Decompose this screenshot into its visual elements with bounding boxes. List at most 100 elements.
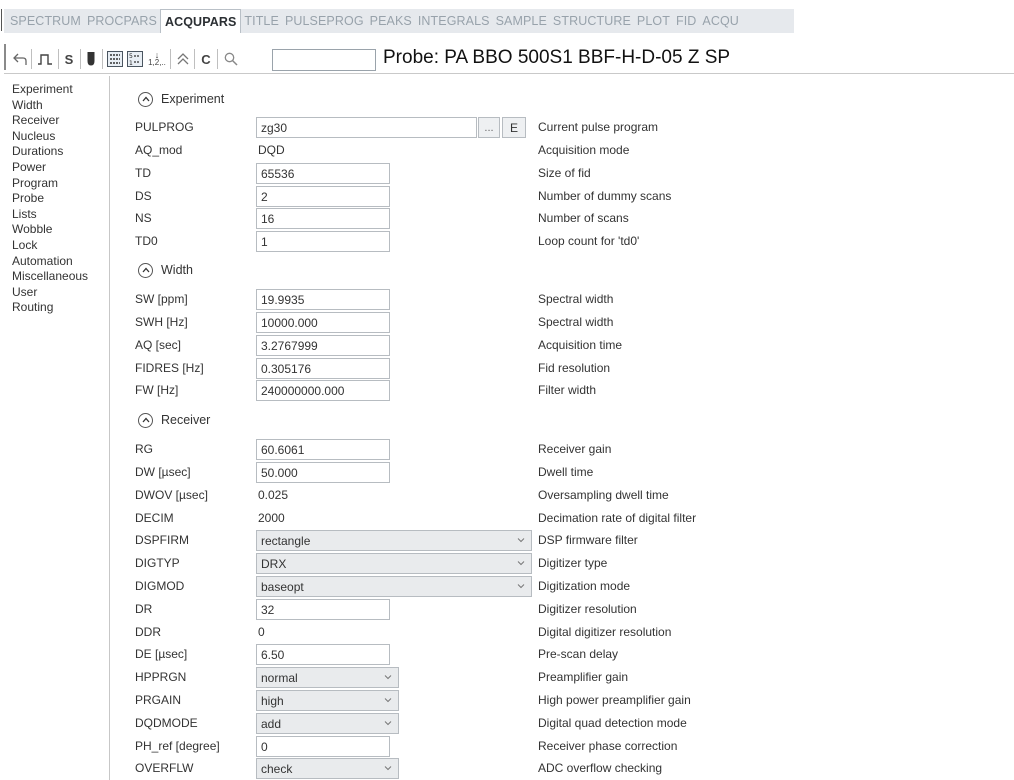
collapse-all-icon[interactable] [174, 49, 192, 69]
pulprog-input[interactable] [256, 117, 477, 138]
digmod-select[interactable]: baseopt [256, 576, 532, 597]
sidebar-item-width[interactable]: Width [4, 98, 109, 114]
dqdmode-select[interactable]: add [256, 713, 399, 734]
pulse-icon[interactable] [34, 49, 56, 69]
ds-input[interactable] [256, 186, 390, 207]
sidebar-item-lists[interactable]: Lists [4, 207, 109, 223]
param-label: DSPFIRM [135, 533, 189, 547]
tab-acqu[interactable]: ACQU [699, 9, 742, 33]
param-desc: Digitizer type [538, 556, 608, 570]
param-row-ns: NS Number of scans [111, 207, 1014, 229]
param-label: HPPRGN [135, 670, 187, 684]
sidebar-item-routing[interactable]: Routing [4, 300, 109, 316]
probe-icon[interactable] [84, 49, 98, 69]
digtyp-select[interactable]: DRX [256, 553, 532, 574]
overflw-select[interactable]: check [256, 758, 399, 779]
collapse-experiment-icon[interactable] [138, 91, 153, 107]
rg-input[interactable] [256, 439, 390, 460]
browse-pulprog-button[interactable]: ... [478, 117, 500, 138]
param-row-ds: DS Number of dummy scans [111, 185, 1014, 207]
search-input[interactable] [272, 49, 376, 71]
sidebar-item-user[interactable]: User [4, 285, 109, 301]
td-input[interactable] [256, 163, 390, 184]
param-label: AQ_mod [135, 143, 183, 157]
param-desc: High power preamplifier gain [538, 693, 691, 707]
param-row-hpprgn: HPPRGN normal Preamplifier gain [111, 666, 1014, 688]
chevron-down-icon [517, 538, 525, 543]
sidebar-item-miscellaneous[interactable]: Miscellaneous [4, 269, 109, 285]
aq-input[interactable] [256, 335, 390, 356]
fw-input[interactable] [256, 380, 390, 401]
back-arrow-icon[interactable] [10, 49, 30, 69]
tab-title[interactable]: TITLE [241, 9, 282, 33]
tab-plot[interactable]: PLOT [634, 9, 673, 33]
tab-pulseprog[interactable]: PULSEPROG [282, 9, 367, 33]
sidebar-item-probe[interactable]: Probe [4, 191, 109, 207]
de-input[interactable] [256, 644, 390, 665]
section-title: Width [161, 263, 193, 277]
param-desc: DSP firmware filter [538, 533, 638, 547]
param-row-de: DE [µsec] Pre-scan delay [111, 643, 1014, 665]
tab-integrals[interactable]: INTEGRALS [415, 9, 493, 33]
param-label: FIDRES [Hz] [135, 361, 204, 375]
window-edge [1, 9, 2, 31]
dr-input[interactable] [256, 599, 390, 620]
param-desc: Spectral width [538, 292, 614, 306]
ns-input[interactable] [256, 208, 390, 229]
sidebar-item-program[interactable]: Program [4, 176, 109, 192]
select-value: high [261, 693, 284, 708]
tab-structure[interactable]: STRUCTURE [550, 9, 634, 33]
tab-spectrum[interactable]: SPECTRUM [4, 9, 84, 33]
sw-input[interactable] [256, 289, 390, 310]
swh-input[interactable] [256, 312, 390, 333]
dspfirm-select[interactable]: rectangle [256, 530, 532, 551]
prgain-select[interactable]: high [256, 690, 399, 711]
svg-text:1: 1 [129, 60, 133, 67]
dw-input[interactable] [256, 462, 390, 483]
param-label: PH_ref [degree] [135, 739, 220, 753]
chevron-down-icon [384, 698, 392, 703]
select-value: DRX [261, 556, 287, 571]
param-row-fw: FW [Hz] Filter width [111, 379, 1014, 401]
sidebar-item-wobble[interactable]: Wobble [4, 222, 109, 238]
td0-input[interactable] [256, 231, 390, 252]
tab-peaks[interactable]: PEAKS [367, 9, 415, 33]
s-icon[interactable]: S [61, 49, 77, 69]
sidebar-item-power[interactable]: Power [4, 160, 109, 176]
param-label: DW [µsec] [135, 465, 191, 479]
sort-icon[interactable]: ↓ 1,2,.. [146, 49, 168, 69]
collapse-receiver-icon[interactable] [138, 412, 153, 428]
param-desc: ADC overflow checking [538, 761, 663, 775]
sidebar-item-experiment[interactable]: Experiment [4, 82, 109, 98]
toolbar-separator [80, 49, 81, 69]
c-icon[interactable]: C [198, 49, 214, 69]
param-desc: Current pulse program [538, 120, 659, 134]
sidebar-item-lock[interactable]: Lock [4, 238, 109, 254]
sidebar-item-automation[interactable]: Automation [4, 254, 109, 270]
collapse-width-icon[interactable] [138, 262, 153, 278]
section-experiment: Experiment [138, 89, 224, 109]
tab-procpars[interactable]: PROCPARS [84, 9, 160, 33]
sidebar-item-nucleus[interactable]: Nucleus [4, 129, 109, 145]
hpprgn-select[interactable]: normal [256, 667, 399, 688]
param-desc: Spectral width [538, 315, 614, 329]
param-label: TD [135, 166, 151, 180]
sidebar-item-receiver[interactable]: Receiver [4, 113, 109, 129]
param-desc: Acquisition time [538, 338, 623, 352]
grid-number-icon[interactable]: 51 [126, 49, 144, 69]
ph-ref-input[interactable] [256, 736, 390, 757]
tab-fid[interactable]: FID [673, 9, 699, 33]
param-row-digmod: DIGMOD baseopt Digitization mode [111, 575, 1014, 597]
param-value: 0.025 [258, 488, 289, 502]
tab-sample[interactable]: SAMPLE [493, 9, 550, 33]
search-icon[interactable] [222, 49, 240, 69]
param-label: DQDMODE [135, 716, 198, 730]
fidres-input[interactable] [256, 358, 390, 379]
param-row-pulprog: PULPROG ... E Current pulse program [111, 116, 1014, 138]
tab-acqupars[interactable]: ACQUPARS [159, 9, 242, 33]
param-label: DDR [135, 625, 161, 639]
grid-icon[interactable] [106, 49, 124, 69]
edit-pulprog-button[interactable]: E [502, 117, 526, 138]
sidebar-item-durations[interactable]: Durations [4, 144, 109, 160]
param-desc: Acquisition mode [538, 143, 630, 157]
